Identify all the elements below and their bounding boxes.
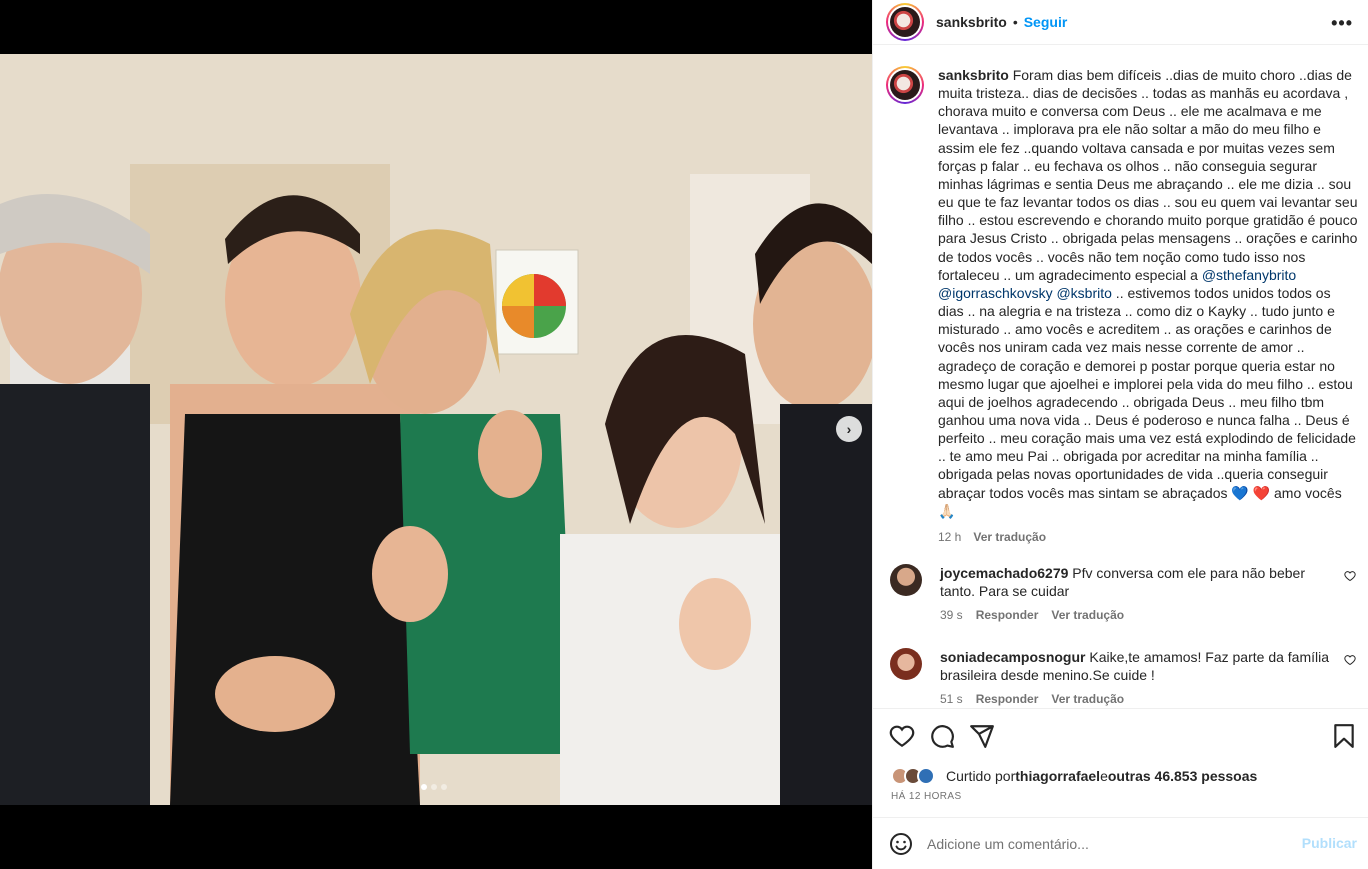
comment-time: 51 s — [940, 692, 963, 706]
commenter-avatar[interactable] — [890, 648, 922, 680]
post-modal: › sanksbrito • Seguir ••• sanksbrito For… — [0, 0, 1368, 869]
translate-button[interactable]: Ver tradução — [1051, 606, 1124, 624]
liked-prefix: Curtido por — [946, 768, 1016, 784]
post-photo[interactable] — [0, 54, 872, 805]
author-avatar[interactable] — [886, 3, 924, 41]
carousel-next-button[interactable]: › — [836, 416, 862, 442]
carousel-dot — [431, 784, 437, 790]
carousel-indicator — [421, 784, 447, 790]
mention-link[interactable]: @sthefanybrito — [1202, 267, 1296, 283]
caption-text: Foram dias bem difíceis ..dias de muito … — [938, 67, 1358, 283]
add-comment-bar: Publicar — [873, 817, 1368, 869]
translate-button[interactable]: Ver tradução — [973, 528, 1046, 546]
post-header: sanksbrito • Seguir ••• — [873, 0, 1368, 45]
liked-others[interactable]: outras 46.853 pessoas — [1108, 768, 1257, 784]
liked-middle: e — [1100, 768, 1108, 784]
publish-button[interactable]: Publicar — [1302, 835, 1357, 851]
caption-meta: 12 h Ver tradução — [938, 528, 1358, 546]
like-comment-heart-icon[interactable] — [1344, 570, 1356, 582]
liked-user[interactable]: thiagorrafael — [1015, 768, 1100, 784]
media-area: › — [0, 0, 872, 869]
likes-summary: Curtido por thiagorrafael e outras 46.85… — [891, 767, 1257, 785]
photo-illustration — [0, 54, 872, 805]
post-caption: sanksbrito Foram dias bem difíceis ..dia… — [886, 66, 1358, 546]
share-send-icon[interactable] — [969, 723, 995, 749]
comment-username[interactable]: soniadecamposnogur — [940, 649, 1085, 665]
comment-input[interactable] — [927, 835, 1287, 852]
caption-author-avatar[interactable] — [886, 66, 924, 104]
caption-username[interactable]: sanksbrito — [938, 67, 1009, 83]
post-actions: Curtido por thiagorrafael e outras 46.85… — [873, 708, 1368, 817]
commenter-avatar[interactable] — [890, 564, 922, 596]
author-avatar-image — [890, 7, 920, 37]
follow-button[interactable]: Seguir — [1024, 14, 1068, 30]
caption-time: 12 h — [938, 529, 962, 544]
liked-by-avatars — [891, 767, 935, 785]
separator-dot: • — [1012, 14, 1018, 30]
caption-text-continued: .. estivemos todos unidos todos os dias … — [938, 284, 1356, 519]
translate-button[interactable]: Ver tradução — [1051, 690, 1124, 708]
comment-time: 39 s — [940, 608, 963, 622]
reply-button[interactable]: Responder — [976, 690, 1039, 708]
mention-link[interactable]: @ksbrito — [1056, 285, 1111, 301]
save-bookmark-icon[interactable] — [1331, 723, 1357, 749]
comment-bubble-icon[interactable] — [929, 723, 955, 749]
like-heart-icon[interactable] — [889, 723, 915, 749]
more-horizontal-icon[interactable]: ••• — [1331, 13, 1353, 34]
comment-username[interactable]: joycemachado6279 — [940, 565, 1068, 581]
post-side-panel: sanksbrito • Seguir ••• sanksbrito Foram… — [872, 0, 1368, 869]
author-username[interactable]: sanksbrito — [936, 14, 1007, 30]
reply-button[interactable]: Responder — [976, 606, 1039, 624]
like-comment-heart-icon[interactable] — [1344, 654, 1356, 666]
post-timestamp[interactable]: HÁ 12 HORAS — [891, 791, 962, 802]
carousel-dot — [441, 784, 447, 790]
mention-link[interactable]: @igorraschkovsky — [938, 285, 1053, 301]
emoji-icon[interactable] — [889, 832, 913, 856]
comment-item: soniadecamposnogur Kaike,te amamos! Faz … — [890, 648, 1360, 708]
comment-item: joycemachado6279 Pfv conversa com ele pa… — [890, 564, 1360, 624]
carousel-dot-active — [421, 784, 427, 790]
comments-scroll-area[interactable]: sanksbrito Foram dias bem difíceis ..dia… — [873, 54, 1368, 708]
